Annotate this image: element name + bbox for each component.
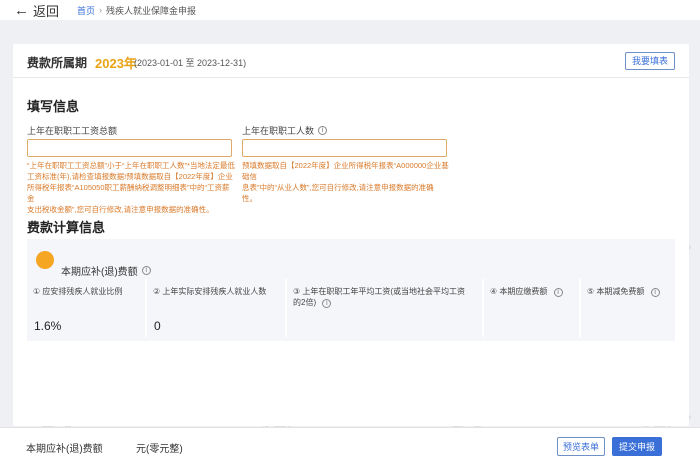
metric-label: ③ 上年在职职工年平均工资(或当地社会平均工资的2倍) i: [293, 286, 471, 308]
breadcrumb-current: 残疾人就业保障金申报: [106, 5, 197, 16]
period-range: (2023-01-01 至 2023-12-31): [134, 58, 247, 68]
footer-bar: 本期应补(退)费额 元(零元整) 预览表单 提交申报: [0, 427, 700, 465]
info-icon[interactable]: i: [318, 126, 328, 135]
salary-label-text: 上年在职职工工资总额: [27, 126, 118, 136]
metric-label-text: ⑤ 本期减免费额: [587, 287, 645, 296]
metric-label: ② 上年实际安排残疾人就业人数: [153, 287, 267, 296]
footer-due-label: 本期应补(退)费额: [26, 444, 103, 455]
info-icon[interactable]: i: [141, 266, 151, 275]
metric-label-text: ④ 本期应缴费额: [490, 287, 548, 296]
staff-label: 上年在职职工人数 i: [242, 124, 328, 137]
hint-line: “上年在职职工工资总额”小于“上年在职职工人数”*当地法定最低: [27, 161, 235, 170]
hint-line: 支出税收金额”,您可自行修改,请注意申报数据的准确性。: [27, 205, 214, 214]
hint-line: 息表”中的“从业人数”,您可自行修改,请注意申报数据的准确: [242, 183, 434, 192]
calc-panel: 本期应补(退)费额 i ① 应安排残疾人就业比例 1.6% ② 上年实际安排残疾…: [27, 239, 675, 341]
footer-due-amount: 元(零元整): [136, 444, 183, 455]
hint-line: 性。: [242, 194, 257, 203]
metric-ratio: ① 应安排残疾人就业比例 1.6%: [27, 279, 147, 341]
period-year: 2023年: [95, 56, 137, 71]
breadcrumb-home[interactable]: 首页: [77, 4, 95, 17]
metric-label-text: ③ 上年在职职工年平均工资(或当地社会平均工资的2倍): [293, 287, 466, 307]
metric-avg-salary: ③ 上年在职职工年平均工资(或当地社会平均工资的2倍) i: [287, 279, 477, 341]
metric-label: ⑤ 本期减免费额 i: [587, 286, 660, 297]
info-icon[interactable]: i: [322, 299, 332, 308]
period-row: 费款所属期 2023年 (2023-01-01 至 2023-12-31) 我要…: [13, 44, 689, 78]
fill-info-title: 填写信息: [27, 99, 80, 114]
salary-label: 上年在职职工工资总额: [27, 124, 117, 137]
salary-hint: “上年在职职工工资总额”小于“上年在职职工人数”*当地法定最低 工资标准(年),…: [27, 160, 237, 215]
info-icon[interactable]: i: [650, 288, 660, 297]
staff-label-text: 上年在职职工人数: [242, 126, 315, 136]
back-arrow-icon[interactable]: ←: [14, 3, 29, 18]
submit-declaration-button[interactable]: 提交申报: [612, 437, 662, 456]
hint-line: 所得税年报表“A105050职工薪酬纳税调整明细表”中的“工资薪金: [27, 183, 230, 203]
due-label: 本期应补(退)费额 i: [61, 263, 151, 278]
metric-exemption: ⑤ 本期减免费额 i: [581, 279, 675, 341]
metric-label: ① 应安排残疾人就业比例: [33, 287, 123, 296]
top-bar: ← 返回 首页 › 残疾人就业保障金申报: [0, 0, 700, 20]
info-icon[interactable]: i: [553, 288, 563, 297]
status-dot: [36, 251, 54, 269]
hint-line: 预填数据取自【2022年度】企业所得税年报表“A000000企业基础信: [242, 161, 449, 181]
hint-line: 工资标准(年),请检查填报数据!预填数据取自【2022年度】企业: [27, 172, 233, 181]
declaration-card: 费款所属期 2023年 (2023-01-01 至 2023-12-31) 我要…: [13, 44, 689, 426]
metric-value: 0: [154, 319, 161, 333]
metric-payable: ④ 本期应缴费额 i: [484, 279, 579, 341]
due-label-text: 本期应补(退)费额: [61, 267, 138, 278]
metric-employed: ② 上年实际安排残疾人就业人数 0: [147, 279, 287, 341]
breadcrumb-separator: ›: [99, 5, 103, 15]
back-button[interactable]: 返回: [33, 1, 59, 20]
preview-form-button[interactable]: 预览表单: [557, 437, 605, 456]
period-label: 费款所属期: [27, 56, 88, 70]
staff-count-input[interactable]: [242, 139, 447, 157]
staff-hint: 预填数据取自【2022年度】企业所得税年报表“A000000企业基础信 息表”中…: [242, 160, 452, 204]
calc-info-title: 费款计算信息: [27, 220, 106, 235]
salary-input[interactable]: [27, 139, 232, 157]
metric-label: ④ 本期应缴费额 i: [490, 286, 563, 297]
metric-value: 1.6%: [34, 319, 62, 333]
fill-form-button[interactable]: 我要填表: [625, 52, 675, 70]
